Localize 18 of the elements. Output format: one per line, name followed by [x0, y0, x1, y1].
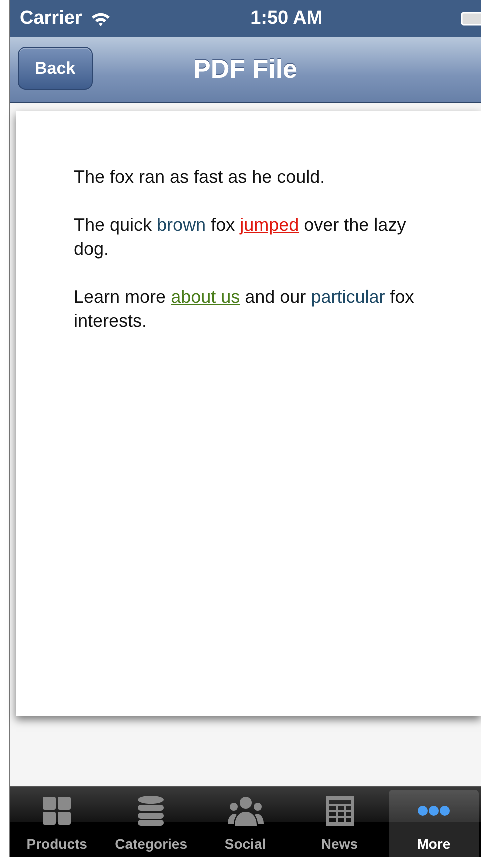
battery-icon: [460, 12, 481, 26]
wifi-icon: [90, 10, 112, 26]
paragraph: Learn more about us and our particular fox interests.: [74, 286, 416, 333]
tab[interactable]: Categories: [106, 790, 196, 857]
people-icon: [228, 794, 264, 828]
back-button[interactable]: Back: [18, 47, 93, 90]
tab[interactable]: Products: [12, 790, 102, 857]
carrier-label: Carrier: [20, 8, 82, 30]
status-time: 1:50 AM: [250, 8, 323, 30]
dots-icon: [418, 806, 450, 816]
paragraph: The fox ran as fast as he could.: [74, 166, 326, 189]
tab[interactable]: News: [294, 790, 385, 857]
text-link[interactable]: jumped: [240, 215, 300, 235]
tab[interactable]: More: [388, 790, 480, 857]
text-link[interactable]: about us: [171, 287, 240, 307]
navigation-title: PDF File: [193, 54, 298, 85]
tab[interactable]: Social: [200, 790, 291, 857]
paragraph: The quick brown fox jumped over the lazy dog.: [74, 214, 408, 261]
